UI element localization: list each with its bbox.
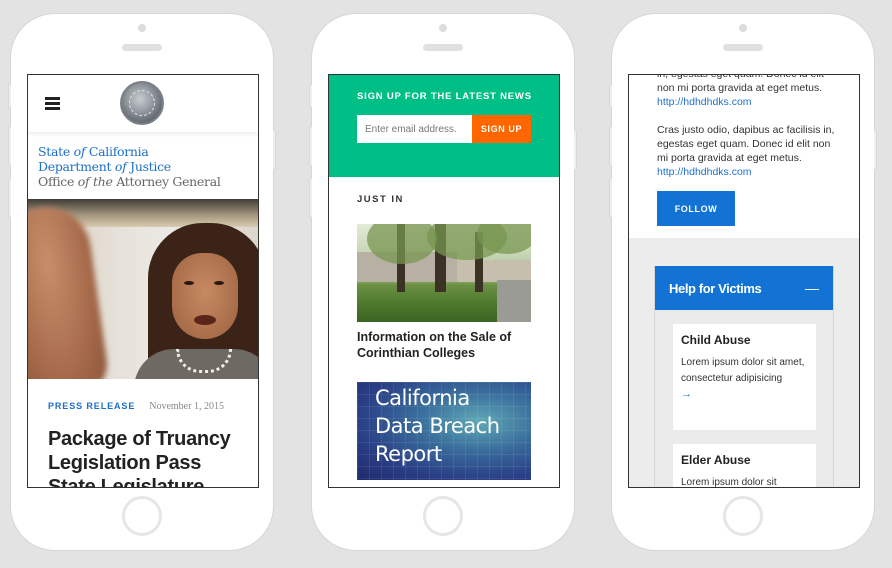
feed-link[interactable]: http://hdhdhdks.com [657, 95, 837, 109]
front-camera [439, 24, 447, 32]
panel-title: Help for Victims [669, 280, 762, 296]
front-camera [739, 24, 747, 32]
collapse-icon[interactable]: — [805, 280, 819, 296]
card-title: Elder Abuse [681, 453, 751, 467]
phone-mockup-home: State of California Department of Justic… [8, 14, 276, 550]
site-title: State of California Department of Justic… [28, 132, 258, 189]
mute-switch [8, 84, 11, 108]
article-headline[interactable]: Package of Truancy Legislation Pass Stat… [48, 427, 253, 487]
title-line-department: Department of Justice [38, 159, 171, 174]
hamburger-icon[interactable] [45, 97, 60, 110]
newsletter-signup: SIGN UP FOR THE LATEST NEWS SIGN UP [329, 75, 559, 177]
image-text-line: California [375, 386, 470, 410]
social-feed-text: in, egestas eget quam. Donec id elit non… [657, 75, 837, 193]
power-button [874, 130, 877, 170]
speaker-grille [122, 44, 162, 51]
card-text: Lorem ipsum dolor sit amet, consectetur … [681, 357, 805, 384]
signup-title: SIGN UP FOR THE LATEST NEWS [357, 91, 532, 102]
state-seal-icon[interactable] [120, 81, 164, 125]
title-line-office: Office of the Attorney General [38, 174, 221, 189]
home-button [723, 496, 763, 536]
article-tag[interactable]: PRESS RELEASE [48, 401, 135, 411]
signup-button[interactable]: SIGN UP [472, 115, 531, 143]
card-child-abuse[interactable]: Child Abuse Lorem ipsum dolor sit amet, … [673, 324, 816, 430]
phone-screen: SIGN UP FOR THE LATEST NEWS SIGN UP JUST… [328, 74, 560, 488]
hero-photo[interactable] [28, 199, 258, 379]
email-input[interactable] [357, 115, 472, 143]
phone-screen: in, egestas eget quam. Donec id elit non… [628, 74, 860, 488]
news-item-image-data-breach[interactable]: California Data Breach Report [357, 382, 531, 480]
mute-switch [609, 84, 612, 108]
phone-screen: State of California Department of Justic… [27, 74, 259, 488]
follow-button[interactable]: FOLLOW [657, 191, 735, 226]
feed-post: Cras justo odio, dapibus ac facilisis in… [657, 123, 837, 179]
card-text: Lorem ipsum dolor sit [681, 477, 777, 488]
news-item-image-campus[interactable] [357, 224, 531, 322]
section-title-just-in: JUST IN [357, 194, 404, 205]
arrow-right-icon[interactable]: → [681, 387, 808, 401]
feed-post: in, egestas eget quam. Donec id elit non… [657, 75, 837, 109]
front-camera [138, 24, 146, 32]
home-button [423, 496, 463, 536]
feed-link[interactable]: http://hdhdhdks.com [657, 165, 837, 179]
home-button [122, 496, 162, 536]
title-line-state: State of California [38, 144, 149, 159]
volume-down-button [609, 178, 612, 218]
site-header [28, 75, 258, 132]
image-text-line: Report [375, 442, 442, 466]
mute-switch [309, 84, 312, 108]
article-date: November 1, 2015 [149, 401, 224, 412]
power-button [273, 130, 276, 170]
volume-down-button [8, 178, 11, 218]
news-item-caption[interactable]: Information on the Sale of Corinthian Co… [357, 329, 537, 361]
phone-mockup-news: SIGN UP FOR THE LATEST NEWS SIGN UP JUST… [309, 14, 577, 550]
article-meta: PRESS RELEASE November 1, 2015 [48, 401, 224, 412]
speaker-grille [723, 44, 763, 51]
volume-up-button [309, 126, 312, 166]
power-button [574, 130, 577, 170]
card-title: Child Abuse [681, 333, 751, 347]
volume-down-button [309, 178, 312, 218]
panel-header[interactable]: Help for Victims — [655, 266, 833, 310]
signup-form: SIGN UP [357, 115, 559, 143]
volume-up-button [8, 126, 11, 166]
card-elder-abuse[interactable]: Elder Abuse Lorem ipsum dolor sit [673, 444, 816, 488]
volume-up-button [609, 126, 612, 166]
phone-mockup-victims: in, egestas eget quam. Donec id elit non… [609, 14, 877, 550]
speaker-grille [423, 44, 463, 51]
image-text-line: Data Breach [375, 414, 500, 438]
help-for-victims-panel: Help for Victims — Child Abuse Lorem ips… [654, 266, 834, 488]
